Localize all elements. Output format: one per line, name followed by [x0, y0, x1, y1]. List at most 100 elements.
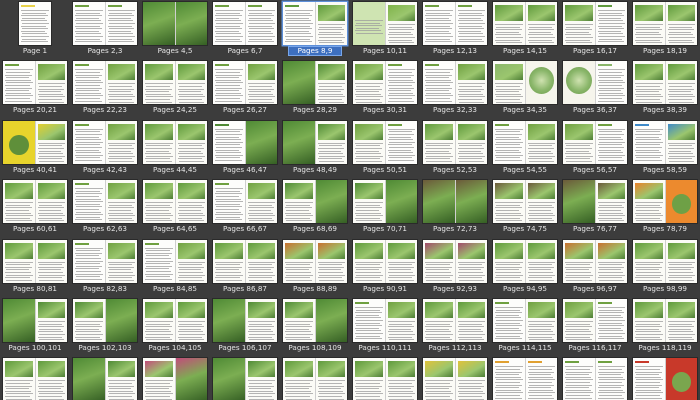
- page-spread-thumbnail[interactable]: [423, 358, 487, 400]
- page-spread-thumbnail[interactable]: [423, 2, 487, 45]
- page-spread-thumbnail[interactable]: [143, 239, 207, 283]
- page-thumbnail-item[interactable]: Pages 88,89: [280, 238, 350, 297]
- page-spread-thumbnail[interactable]: [283, 358, 347, 400]
- page-thumbnail-item[interactable]: Pages 118,119: [630, 297, 700, 356]
- page-spread-thumbnail[interactable]: [493, 180, 557, 224]
- page-thumbnail-item[interactable]: Pages 96,97: [560, 238, 630, 297]
- page-thumbnail-item[interactable]: Pages 114,115: [490, 297, 560, 356]
- page-thumbnail-item[interactable]: Pages 12,13: [420, 0, 490, 59]
- page-spread-thumbnail[interactable]: [563, 239, 627, 283]
- page-thumbnail-item[interactable]: Pages 58,59: [630, 119, 700, 178]
- page-spread-thumbnail[interactable]: [213, 120, 277, 164]
- page-thumbnail-item[interactable]: Pages 8,9: [280, 0, 350, 59]
- page-spread-thumbnail[interactable]: [423, 239, 487, 283]
- page-thumbnail-item[interactable]: Pages 84,85: [140, 238, 210, 297]
- page-thumbnail-item[interactable]: Pages 24,25: [140, 59, 210, 118]
- page-spread-thumbnail[interactable]: [213, 358, 277, 400]
- page-thumbnail-item[interactable]: Pages 66,67: [210, 178, 280, 237]
- page-spread-thumbnail[interactable]: [563, 120, 627, 164]
- page-thumbnail-item[interactable]: [490, 356, 560, 400]
- page-thumbnail-item[interactable]: Pages 52,53: [420, 119, 490, 178]
- page-thumbnail-item[interactable]: Pages 16,17: [560, 0, 630, 59]
- page-spread-thumbnail[interactable]: [423, 61, 487, 105]
- page-thumbnail-item[interactable]: [210, 356, 280, 400]
- page-spread-thumbnail[interactable]: [213, 180, 277, 224]
- page-spread-thumbnail[interactable]: [493, 298, 557, 342]
- page-spread-thumbnail[interactable]: [423, 120, 487, 164]
- page-spread-thumbnail[interactable]: [73, 239, 137, 283]
- page-thumbnail-item[interactable]: [420, 356, 490, 400]
- page-thumbnail-item[interactable]: Pages 90,91: [350, 238, 420, 297]
- page-thumbnail-item[interactable]: Pages 102,103: [70, 297, 140, 356]
- page-thumbnail-item[interactable]: Pages 100,101: [0, 297, 70, 356]
- page-spread-thumbnail[interactable]: [283, 120, 347, 164]
- page-thumbnail-item[interactable]: Pages 42,43: [70, 119, 140, 178]
- page-spread-thumbnail[interactable]: [283, 2, 347, 45]
- page-thumbnail-item[interactable]: [140, 356, 210, 400]
- page-thumbnail-item[interactable]: Pages 48,49: [280, 119, 350, 178]
- page-thumbnail-item[interactable]: Pages 110,111: [350, 297, 420, 356]
- page-spread-thumbnail[interactable]: [493, 239, 557, 283]
- page-thumbnail-item[interactable]: Pages 92,93: [420, 238, 490, 297]
- page-spread-thumbnail[interactable]: [633, 120, 697, 164]
- page-spread-thumbnail[interactable]: [73, 298, 137, 342]
- page-spread-thumbnail[interactable]: [353, 239, 417, 283]
- page-spread-thumbnail[interactable]: [563, 180, 627, 224]
- page-spread-thumbnail[interactable]: [213, 298, 277, 342]
- page-spread-thumbnail[interactable]: [493, 2, 557, 45]
- page-thumbnail-item[interactable]: Pages 4,5: [140, 0, 210, 59]
- page-spread-thumbnail[interactable]: [73, 180, 137, 224]
- page-spread-thumbnail[interactable]: [353, 2, 417, 45]
- page-spread-thumbnail[interactable]: [143, 61, 207, 105]
- page-spread-thumbnail[interactable]: [143, 358, 207, 400]
- page-spread-thumbnail[interactable]: [213, 2, 277, 45]
- page-spread-thumbnail[interactable]: [633, 180, 697, 224]
- page-thumbnail-item[interactable]: Pages 104,105: [140, 297, 210, 356]
- page-spread-thumbnail[interactable]: [353, 61, 417, 105]
- page-thumbnail-item[interactable]: Pages 40,41: [0, 119, 70, 178]
- page-thumbnail-item[interactable]: Pages 22,23: [70, 59, 140, 118]
- single-page-thumbnail[interactable]: [19, 2, 51, 45]
- page-thumbnail-item[interactable]: Pages 32,33: [420, 59, 490, 118]
- page-spread-thumbnail[interactable]: [423, 298, 487, 342]
- page-spread-thumbnail[interactable]: [493, 358, 557, 400]
- page-spread-thumbnail[interactable]: [563, 358, 627, 400]
- page-thumbnail-item[interactable]: Pages 20,21: [0, 59, 70, 118]
- page-thumbnail-item[interactable]: [280, 356, 350, 400]
- page-thumbnail-item[interactable]: Pages 82,83: [70, 238, 140, 297]
- page-spread-thumbnail[interactable]: [143, 120, 207, 164]
- page-spread-thumbnail[interactable]: [633, 298, 697, 342]
- page-thumbnail-item[interactable]: [560, 356, 630, 400]
- page-thumbnail-item[interactable]: Pages 2,3: [70, 0, 140, 59]
- page-spread-thumbnail[interactable]: [73, 61, 137, 105]
- page-spread-thumbnail[interactable]: [283, 298, 347, 342]
- page-thumbnail-item[interactable]: Pages 18,19: [630, 0, 700, 59]
- page-thumbnail-item[interactable]: Pages 72,73: [420, 178, 490, 237]
- page-spread-thumbnail[interactable]: [563, 2, 627, 45]
- page-thumbnail-item[interactable]: Pages 76,77: [560, 178, 630, 237]
- page-spread-thumbnail[interactable]: [563, 61, 627, 105]
- page-thumbnail-item[interactable]: Pages 70,71: [350, 178, 420, 237]
- page-spread-thumbnail[interactable]: [283, 239, 347, 283]
- page-thumbnail-item[interactable]: Pages 94,95: [490, 238, 560, 297]
- page-thumbnail-item[interactable]: Pages 10,11: [350, 0, 420, 59]
- page-thumbnail-item[interactable]: Pages 30,31: [350, 59, 420, 118]
- page-spread-thumbnail[interactable]: [633, 61, 697, 105]
- page-spread-thumbnail[interactable]: [143, 180, 207, 224]
- page-spread-thumbnail[interactable]: [283, 180, 347, 224]
- page-thumbnail-item[interactable]: [350, 356, 420, 400]
- page-thumbnail-item[interactable]: Pages 112,113: [420, 297, 490, 356]
- page-spread-thumbnail[interactable]: [493, 120, 557, 164]
- page-thumbnail-item[interactable]: Pages 56,57: [560, 119, 630, 178]
- page-spread-thumbnail[interactable]: [73, 120, 137, 164]
- page-spread-thumbnail[interactable]: [353, 358, 417, 400]
- page-thumbnail-item[interactable]: Pages 98,99: [630, 238, 700, 297]
- page-spread-thumbnail[interactable]: [3, 358, 67, 400]
- page-thumbnail-item[interactable]: Pages 106,107: [210, 297, 280, 356]
- page-spread-thumbnail[interactable]: [283, 61, 347, 105]
- page-thumbnail-item[interactable]: Pages 54,55: [490, 119, 560, 178]
- page-spread-thumbnail[interactable]: [73, 358, 137, 400]
- page-thumbnail-item[interactable]: Pages 62,63: [70, 178, 140, 237]
- page-thumbnail-item[interactable]: Pages 64,65: [140, 178, 210, 237]
- page-spread-thumbnail[interactable]: [633, 358, 697, 400]
